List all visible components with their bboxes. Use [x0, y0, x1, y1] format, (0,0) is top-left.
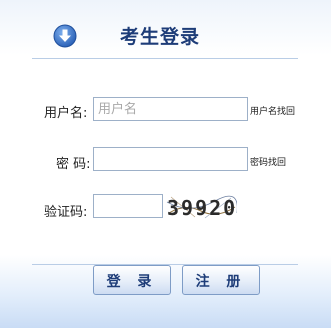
password-label: 密 码:: [56, 157, 91, 172]
arrow-down-circle-icon: [53, 24, 77, 48]
login-panel: 考生登录 用户名: 用户名找回 密 码: 密码找回 验证码: 39920 登 录…: [0, 0, 331, 328]
username-label: 用户名:: [44, 106, 88, 121]
password-input[interactable]: [93, 147, 248, 171]
username-recover-link[interactable]: 用户名找回: [250, 104, 295, 117]
password-recover-link[interactable]: 密码找回: [250, 155, 286, 168]
page-title: 考生登录: [120, 26, 201, 48]
captcha-label: 验证码:: [44, 205, 88, 220]
header: 考生登录: [0, 0, 331, 60]
captcha-image[interactable]: 39920: [165, 193, 237, 221]
register-button[interactable]: 注 册: [182, 265, 260, 295]
divider: [32, 58, 298, 59]
captcha-text: 39920: [167, 196, 237, 220]
login-button[interactable]: 登 录: [93, 265, 171, 295]
captcha-input[interactable]: [93, 194, 163, 218]
username-input[interactable]: [93, 97, 248, 121]
